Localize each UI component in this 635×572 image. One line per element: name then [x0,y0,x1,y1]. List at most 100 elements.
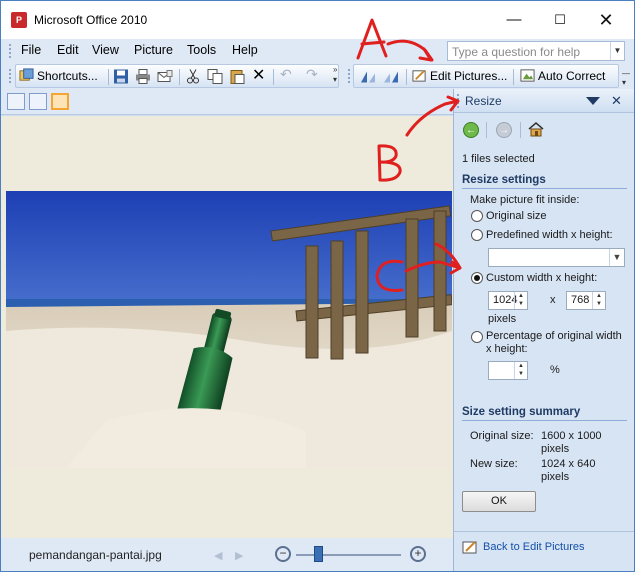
minimize-button[interactable]: — [491,7,537,35]
window-title: Microsoft Office 2010 [34,13,148,27]
help-search-placeholder: Type a question for help [452,45,581,59]
custom-size-label[interactable]: Custom width x height: [486,272,597,284]
copy-icon[interactable] [207,68,223,85]
undo-icon[interactable]: ↶ [280,66,292,83]
auto-correct-label: Auto Correct [538,69,606,83]
ok-button[interactable]: OK [462,491,536,512]
task-pane-title: Resize [465,94,502,108]
filmstrip-view-icon[interactable] [29,93,47,110]
picture-viewer [1,116,453,538]
home-icon[interactable] [528,121,544,137]
auto-correct-button[interactable]: Auto Correct [520,68,605,85]
menu-edit[interactable]: Edit [57,43,79,57]
edit-pictures-label: Edit Pictures... [430,69,508,83]
original-size-summary-label: Original size: [470,430,534,442]
print-icon[interactable] [135,68,151,85]
toolbar-grip[interactable] [9,44,12,58]
custom-size-radio[interactable] [471,272,483,284]
menu-file[interactable]: File [21,43,41,57]
toolbar-grip[interactable] [348,69,351,83]
save-icon[interactable] [113,68,129,85]
original-size-radio[interactable] [471,210,483,222]
title-bar: P Microsoft Office 2010 — ☐ ✕ [1,1,634,39]
redo-icon[interactable]: ↷ [306,66,318,83]
zoom-slider-track[interactable] [296,554,401,556]
heading-underline [462,188,627,189]
stepper-arrows-icon[interactable]: ▲ ▼ [592,292,605,309]
picture-toolbar-group: Edit Pictures... Auto Correct [353,64,619,88]
percentage-radio[interactable] [471,331,483,343]
percentage-stepper[interactable]: ▲ ▼ [488,361,528,380]
edit-pictures-icon [462,541,477,554]
cut-icon[interactable] [185,68,201,85]
pane-separator [520,122,521,138]
size-summary-heading: Size setting summary [462,406,581,418]
resize-task-pane: Resize ✕ ← → 1 files selected Resize set… [453,89,634,571]
zoom-out-icon[interactable]: − [275,546,291,562]
pane-grip[interactable] [457,94,460,108]
delete-icon[interactable]: ✕ [252,65,265,84]
chevron-down-icon[interactable] [586,97,600,105]
next-picture-icon[interactable]: ▶ [235,549,243,562]
toolbar-options-icon[interactable]: — ▾ [622,69,630,87]
edit-pictures-button[interactable]: Edit Pictures... [412,68,507,85]
toolbar-grip[interactable] [9,69,12,83]
standard-toolbar-group: Shortcuts... ✕ ↶ ↷ » ▾ [15,64,339,88]
email-icon[interactable] [157,68,173,85]
rotate-right-icon[interactable] [382,68,400,85]
beach-bottle-photo [6,191,452,468]
custom-width-stepper[interactable]: 1024 ▲ ▼ [488,291,528,310]
custom-height-stepper[interactable]: 768 ▲ ▼ [566,291,606,310]
custom-height-value: 768 [571,294,590,306]
toolbar-separator [273,69,274,85]
close-window-button[interactable]: ✕ [583,7,629,35]
paste-icon[interactable] [229,68,245,85]
zoom-slider-thumb[interactable] [314,546,323,562]
standard-toolbar: Shortcuts... ✕ ↶ ↷ »▾ Edit Pictures... [1,63,634,89]
auto-correct-icon [520,69,535,82]
original-size-summary-unit: pixels [541,443,570,455]
percentage-label[interactable]: Percentage of original width [486,330,622,342]
app-window: P Microsoft Office 2010 — ☐ ✕ File Edit … [0,0,635,572]
pixels-label: pixels [488,313,517,325]
menu-help[interactable]: Help [232,43,258,57]
chevron-down-icon[interactable]: ▼ [610,42,624,60]
single-picture-view-icon[interactable] [51,93,69,110]
stepper-arrows-icon[interactable]: ▲ ▼ [514,362,527,379]
view-mode-toolbar [1,89,453,115]
shortcuts-icon [19,68,34,81]
predefined-size-select[interactable]: ▼ [488,248,625,267]
previous-picture-icon[interactable]: ◀ [214,549,222,562]
toolbar-separator [179,69,180,85]
predefined-size-radio[interactable] [471,229,483,241]
rotate-left-icon[interactable] [359,68,377,85]
maximize-button[interactable]: ☐ [537,7,583,35]
fit-inside-label: Make picture fit inside: [470,194,580,206]
toolbar-separator [513,69,514,85]
new-size-summary-unit: pixels [541,471,570,483]
shortcuts-label: Shortcuts... [37,69,98,83]
menu-tools[interactable]: Tools [187,43,216,57]
shortcuts-button[interactable]: Shortcuts... [19,68,98,85]
chevron-down-icon[interactable]: ▼ [609,249,624,266]
back-to-edit-pictures-link[interactable]: Back to Edit Pictures [483,541,585,553]
zoom-in-icon[interactable]: + [410,546,426,562]
forward-arrow-icon[interactable]: → [496,122,512,138]
original-size-label[interactable]: Original size [486,210,547,222]
edit-pictures-icon [412,70,426,82]
times-symbol: x [550,294,556,306]
stepper-arrows-icon[interactable]: ▲ ▼ [514,292,527,309]
menu-view[interactable]: View [92,43,119,57]
back-arrow-icon[interactable]: ← [463,122,479,138]
menu-picture[interactable]: Picture [134,43,173,57]
resize-settings-heading: Resize settings [462,174,546,186]
heading-underline [462,420,627,421]
new-size-summary-value: 1024 x 640 [541,458,596,470]
status-bar: pemandangan-pantai.jpg ◀ ▶ − + [1,538,453,571]
close-pane-icon[interactable]: ✕ [611,93,622,109]
help-search-box[interactable]: Type a question for help ▼ [447,41,625,61]
original-size-summary-value: 1600 x 1000 [541,430,602,442]
toolbar-options-icon[interactable]: » ▾ [333,65,337,84]
predefined-size-label[interactable]: Predefined width x height: [486,229,613,241]
thumbnail-view-icon[interactable] [7,93,25,110]
